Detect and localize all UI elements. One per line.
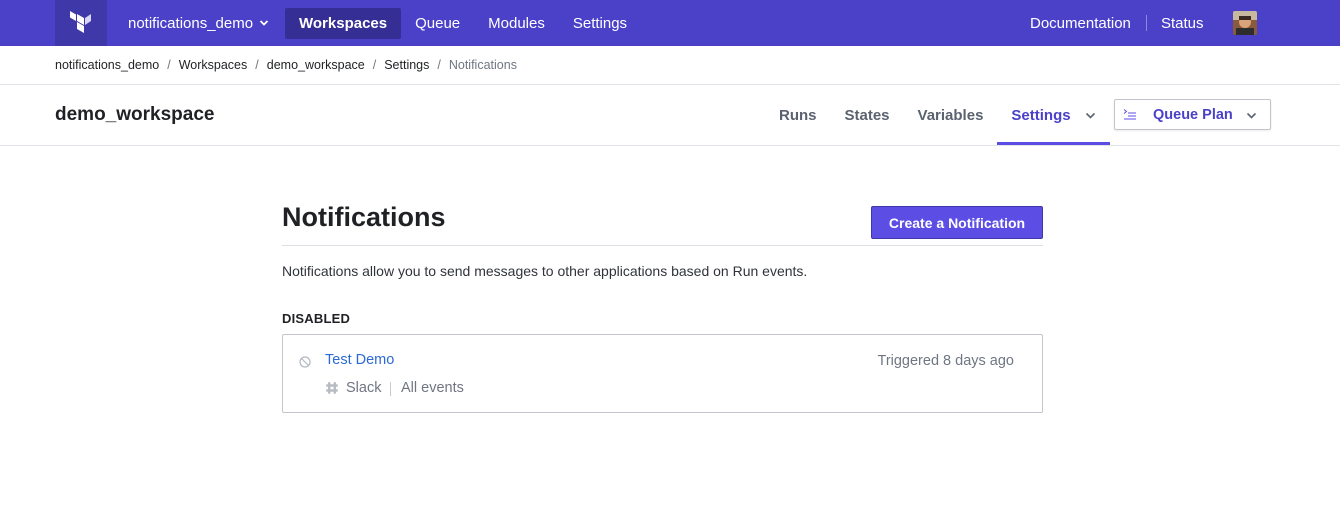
tab-variables-label: Variables xyxy=(917,107,984,124)
breadcrumb-settings[interactable]: Settings xyxy=(384,58,429,72)
breadcrumb: notifications_demo / Workspaces / demo_w… xyxy=(55,56,517,74)
meta-divider xyxy=(390,382,391,396)
notification-events: All events xyxy=(401,380,464,396)
chevron-down-icon xyxy=(259,20,269,26)
tab-runs-label: Runs xyxy=(779,107,817,124)
breadcrumb-current: Notifications xyxy=(448,58,517,72)
tab-settings[interactable]: Settings xyxy=(997,86,1110,145)
chevron-down-icon xyxy=(1246,112,1257,119)
org-name: notifications_demo xyxy=(128,14,254,32)
header-divider xyxy=(0,145,1340,146)
breadcrumb-separator: / xyxy=(255,58,259,72)
tab-variables[interactable]: Variables xyxy=(904,86,998,145)
breadcrumb-org[interactable]: notifications_demo xyxy=(55,58,159,72)
breadcrumb-workspace[interactable]: demo_workspace xyxy=(267,58,365,72)
main-nav: Workspaces Queue Modules Settings xyxy=(285,8,641,39)
workspace-title: demo_workspace xyxy=(55,104,215,125)
tab-states[interactable]: States xyxy=(831,86,904,145)
page-description: Notifications allow you to send messages… xyxy=(282,263,808,279)
create-notification-button[interactable]: Create a Notification xyxy=(871,206,1043,239)
tab-settings-label: Settings xyxy=(1011,107,1071,124)
nav-divider xyxy=(1146,15,1147,31)
breadcrumb-separator: / xyxy=(372,58,377,72)
workspace-tabs: Runs States Variables Settings xyxy=(765,86,1110,145)
notification-destination: Slack xyxy=(346,380,382,396)
disabled-icon xyxy=(299,356,311,368)
avatar[interactable] xyxy=(1233,11,1257,35)
breadcrumb-separator: / xyxy=(437,58,441,72)
nav-settings[interactable]: Settings xyxy=(559,8,641,39)
nav-queue[interactable]: Queue xyxy=(401,8,474,39)
queue-plan-label: Queue Plan xyxy=(1153,107,1233,123)
tab-runs[interactable]: Runs xyxy=(765,86,831,145)
queue-plan-button[interactable]: Queue Plan xyxy=(1114,99,1271,130)
breadcrumb-divider xyxy=(0,84,1340,85)
documentation-link[interactable]: Documentation xyxy=(1030,0,1131,46)
breadcrumb-separator: / xyxy=(167,58,171,72)
notification-card: Test Demo Triggered 8 days ago Slack All… xyxy=(282,334,1043,413)
chevron-down-icon xyxy=(1085,112,1095,119)
title-divider xyxy=(282,245,1043,246)
status-link[interactable]: Status xyxy=(1161,0,1204,46)
tab-states-label: States xyxy=(844,107,890,124)
top-nav: notifications_demo Workspaces Queue Modu… xyxy=(0,0,1340,46)
nav-modules[interactable]: Modules xyxy=(474,8,559,39)
org-switcher[interactable]: notifications_demo xyxy=(128,0,269,46)
page-title: Notifications xyxy=(282,202,446,232)
breadcrumb-workspaces[interactable]: Workspaces xyxy=(179,58,248,72)
notification-name-link[interactable]: Test Demo xyxy=(325,352,394,368)
slack-icon xyxy=(326,382,338,394)
nav-workspaces[interactable]: Workspaces xyxy=(285,8,402,39)
terraform-logo-icon[interactable] xyxy=(55,0,107,46)
notification-triggered: Triggered 8 days ago xyxy=(877,353,1015,369)
section-label-disabled: DISABLED xyxy=(282,311,351,326)
terminal-icon xyxy=(1123,109,1136,120)
